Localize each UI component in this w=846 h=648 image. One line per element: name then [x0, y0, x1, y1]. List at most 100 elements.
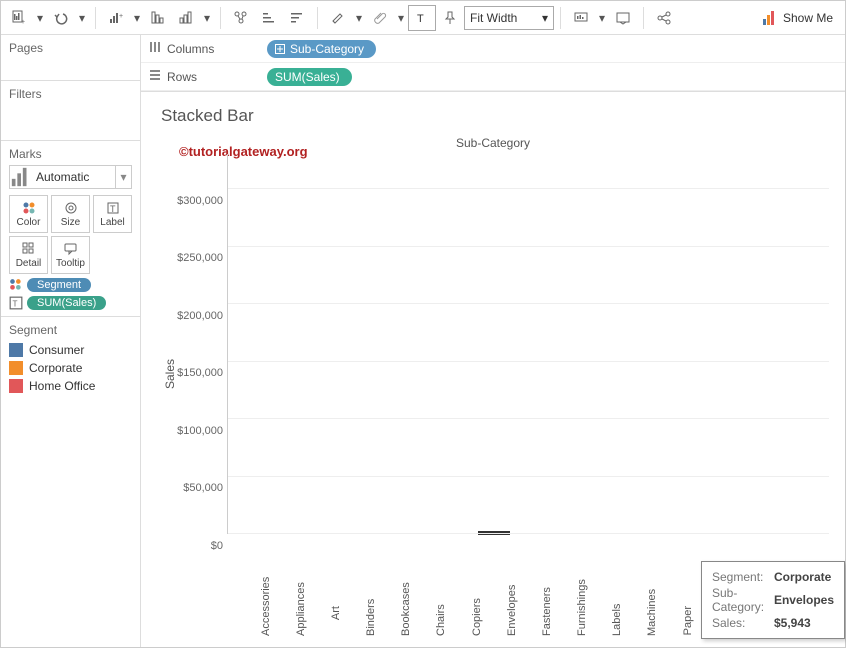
- undo-btn[interactable]: [47, 5, 75, 31]
- mark-size-btn[interactable]: Size: [51, 195, 90, 233]
- mark-type-value: Automatic: [32, 170, 115, 184]
- attach-dropdown[interactable]: ▾: [394, 5, 408, 31]
- new-sheet-dropdown[interactable]: ▾: [33, 5, 47, 31]
- mark-tooltip-btn[interactable]: Tooltip: [51, 236, 90, 274]
- legend-title: Segment: [9, 323, 132, 337]
- columns-label: Columns: [167, 42, 214, 56]
- size-icon: [64, 201, 78, 215]
- mark-color-btn[interactable]: Color: [9, 195, 48, 233]
- label-pill-sales[interactable]: T SUM(Sales): [9, 296, 132, 310]
- side-panels: Pages Filters Marks Automatic ▾ Color Si…: [1, 35, 141, 647]
- rows-icon: [149, 69, 161, 84]
- x-tick: Chairs: [435, 606, 447, 636]
- pages-title: Pages: [9, 41, 132, 55]
- presentation-btn[interactable]: [567, 5, 595, 31]
- chevron-down-icon: ▾: [542, 11, 548, 25]
- x-tick: Paper: [682, 606, 694, 636]
- label-icon: T: [106, 201, 120, 215]
- x-tick: Envelopes: [506, 606, 518, 636]
- y-tick: $250,000: [177, 252, 223, 264]
- swap-btn[interactable]: +: [102, 5, 130, 31]
- detail-icon: [22, 242, 36, 256]
- columns-shelf[interactable]: Columns Sub-Category: [141, 35, 845, 63]
- columns-icon: [149, 41, 161, 56]
- x-tick: Labels: [611, 606, 623, 636]
- undo-dropdown[interactable]: ▾: [75, 5, 89, 31]
- color-legend: Segment Consumer Corporate Home Office: [1, 317, 140, 647]
- swap-dropdown[interactable]: ▾: [130, 5, 144, 31]
- marks-title: Marks: [9, 147, 132, 161]
- y-tick: $200,000: [177, 310, 223, 322]
- new-sheet-btn[interactable]: +: [5, 5, 33, 31]
- automatic-icon: [10, 166, 32, 188]
- x-tick: Machines: [646, 606, 658, 636]
- legend-item-home-office[interactable]: Home Office: [9, 377, 132, 395]
- group-btn[interactable]: [227, 5, 255, 31]
- sort-descending-icon[interactable]: [283, 5, 311, 31]
- fit-select[interactable]: Fit Width ▾: [464, 6, 554, 30]
- rows-label: Rows: [167, 70, 197, 84]
- legend-swatch: [9, 379, 23, 393]
- viz-area: Stacked Bar ©tutorialgateway.org Sub-Cat…: [141, 92, 845, 647]
- x-tick: Furnishings: [576, 606, 588, 636]
- x-tick: Copiers: [471, 606, 483, 636]
- columns-pill[interactable]: Sub-Category: [267, 40, 376, 58]
- x-tick: Accessories: [260, 606, 272, 636]
- toolbar: + ▾ ▾ + ▾ ▾ ▾ ▾ T Fit Width ▾ ▾ Show Me: [1, 1, 845, 35]
- chevron-down-icon: ▾: [115, 166, 131, 188]
- tooltip-icon: [64, 242, 78, 256]
- y-tick: $100,000: [177, 425, 223, 437]
- show-me-icon: [763, 11, 777, 25]
- plot-area[interactable]: $49,191$87,105$52,820$51,560$118,161$68,…: [227, 154, 829, 534]
- presentation-dropdown[interactable]: ▾: [595, 5, 609, 31]
- plus-square-icon: [275, 44, 285, 54]
- svg-text:T: T: [13, 300, 18, 309]
- x-tick: Appliances: [295, 606, 307, 636]
- x-tick: Binders: [365, 606, 377, 636]
- mark-detail-btn[interactable]: Detail: [9, 236, 48, 274]
- mark-label-btn[interactable]: T Label: [93, 195, 132, 233]
- tooltip: Segment:Corporate Sub-Category:Envelopes…: [701, 561, 845, 639]
- svg-text:+: +: [119, 13, 123, 20]
- highlight-btn[interactable]: [324, 5, 352, 31]
- chart[interactable]: Sales $0$50,000$100,000$150,000$200,000$…: [157, 154, 829, 594]
- legend-item-consumer[interactable]: Consumer: [9, 341, 132, 359]
- marks-card: Marks Automatic ▾ Color Size T Label: [1, 141, 140, 317]
- svg-text:T: T: [417, 13, 424, 25]
- filters-title: Filters: [9, 87, 132, 101]
- color-icon: [9, 278, 23, 292]
- label-icon: T: [9, 296, 23, 310]
- color-pill-segment[interactable]: Segment: [9, 278, 132, 292]
- y-tick: $150,000: [177, 367, 223, 379]
- y-axis-ticks: $0$50,000$100,000$150,000$200,000$250,00…: [163, 154, 223, 534]
- fit-select-value: Fit Width: [470, 11, 517, 25]
- svg-text:+: +: [21, 19, 25, 26]
- legend-item-corporate[interactable]: Corporate: [9, 359, 132, 377]
- sort-ascending-icon[interactable]: [255, 5, 283, 31]
- sort-asc-btn[interactable]: [144, 5, 172, 31]
- attach-btn[interactable]: [366, 5, 394, 31]
- show-me-label: Show Me: [783, 11, 833, 25]
- highlight-dropdown[interactable]: ▾: [352, 5, 366, 31]
- sort-desc-btn[interactable]: [172, 5, 200, 31]
- pages-shelf[interactable]: Pages: [1, 35, 140, 81]
- pin-btn[interactable]: [436, 5, 464, 31]
- rows-shelf[interactable]: Rows SUM(Sales): [141, 63, 845, 91]
- sort-dropdown[interactable]: ▾: [200, 5, 214, 31]
- x-tick: Fasteners: [541, 606, 553, 636]
- rows-pill[interactable]: SUM(Sales): [267, 68, 352, 86]
- mark-type-select[interactable]: Automatic ▾: [9, 165, 132, 189]
- slideshow-btn[interactable]: [609, 5, 637, 31]
- show-labels-btn[interactable]: T: [408, 5, 436, 31]
- filters-shelf[interactable]: Filters: [1, 81, 140, 141]
- y-tick: $50,000: [183, 482, 223, 494]
- chart-title[interactable]: Stacked Bar: [157, 102, 829, 126]
- y-tick: $0: [211, 540, 223, 552]
- y-tick: $300,000: [177, 195, 223, 207]
- x-tick: Bookcases: [400, 606, 412, 636]
- shelves: Columns Sub-Category Rows SUM(Sales): [141, 35, 845, 92]
- legend-swatch: [9, 361, 23, 375]
- svg-text:T: T: [110, 204, 116, 214]
- share-btn[interactable]: [650, 5, 678, 31]
- show-me-btn[interactable]: Show Me: [755, 11, 841, 25]
